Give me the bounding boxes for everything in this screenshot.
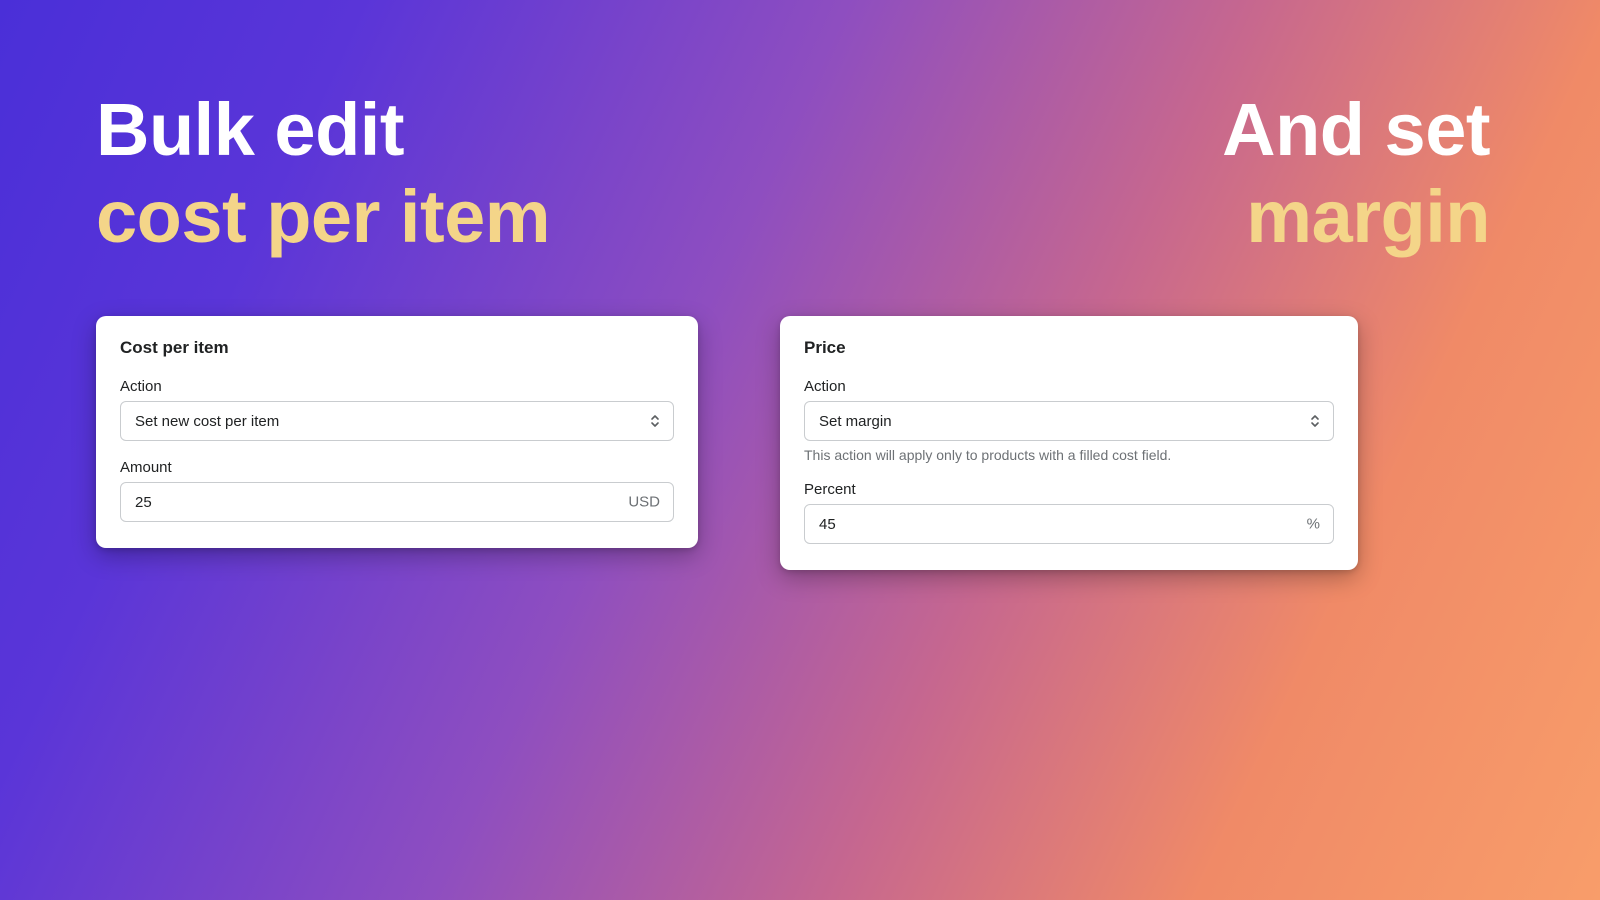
price-action-help: This action will apply only to products … <box>804 447 1334 463</box>
cost-action-label: Action <box>120 378 674 395</box>
price-action-select[interactable]: Set margin <box>804 401 1334 441</box>
cost-per-item-card: Cost per item Action Set new cost per it… <box>96 316 698 548</box>
cost-action-value: Set new cost per item <box>135 413 279 430</box>
headline-right: And set margin <box>1222 86 1490 261</box>
cost-card-title: Cost per item <box>120 338 674 358</box>
headline-right-line2: margin <box>1222 173 1490 260</box>
price-card-title: Price <box>804 338 1334 358</box>
cost-amount-label: Amount <box>120 459 674 476</box>
price-percent-input[interactable] <box>804 504 1334 544</box>
price-action-label: Action <box>804 378 1334 395</box>
price-percent-label: Percent <box>804 481 1334 498</box>
price-card: Price Action Set margin This action will… <box>780 316 1358 570</box>
cost-action-select[interactable]: Set new cost per item <box>120 401 674 441</box>
price-action-value: Set margin <box>819 413 892 430</box>
headline-right-line1: And set <box>1222 86 1490 173</box>
headline-left: Bulk edit cost per item <box>96 86 550 261</box>
headline-left-line1: Bulk edit <box>96 86 550 173</box>
cost-amount-input[interactable] <box>120 482 674 522</box>
headline-left-line2: cost per item <box>96 173 550 260</box>
